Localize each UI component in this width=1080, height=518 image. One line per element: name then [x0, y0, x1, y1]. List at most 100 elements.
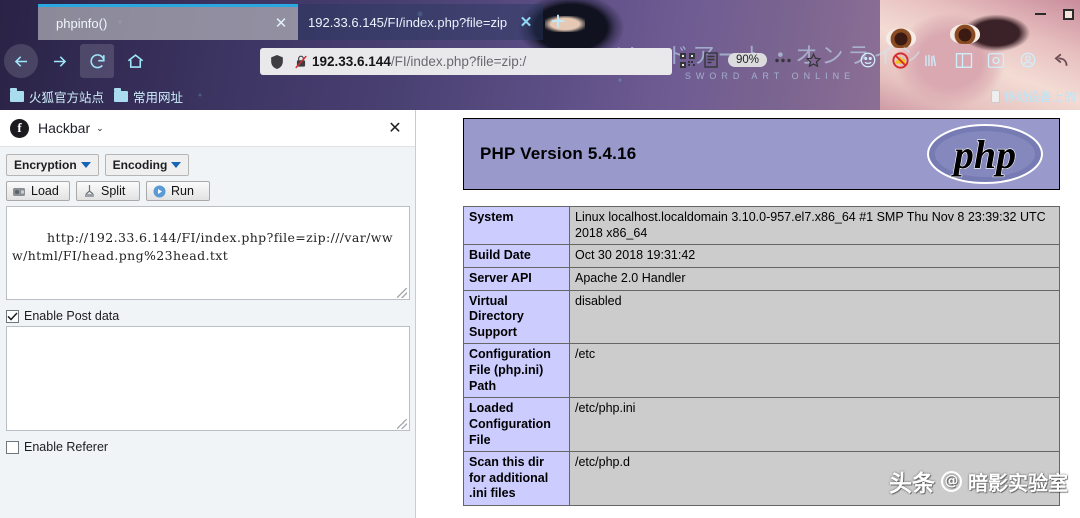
- close-icon[interactable]: ✕: [272, 16, 290, 31]
- bookmark-item[interactable]: 常用网址: [114, 87, 183, 106]
- insecure-lock-icon[interactable]: [290, 54, 312, 70]
- bookmarks-toolbar: 火狐官方站点 常用网址 移动设备上的: [0, 82, 1080, 110]
- page-content: PHP Version 5.4.16 php System Linux loca…: [417, 110, 1080, 518]
- row-key: Scan this dir for additional .ini files: [463, 451, 570, 506]
- chevron-down-icon: [171, 162, 182, 168]
- table-row: Scan this dir for additional .ini files …: [463, 451, 1060, 506]
- row-key: System: [463, 205, 570, 246]
- reload-icon[interactable]: [80, 44, 114, 78]
- window-controls: [1032, 6, 1076, 22]
- row-key: Configuration File (php.ini) Path: [463, 343, 570, 399]
- php-version-banner: PHP Version 5.4.16 php: [463, 118, 1060, 190]
- library-icon[interactable]: [918, 46, 946, 74]
- row-value: /etc: [569, 343, 1060, 399]
- row-key: Server API: [463, 266, 570, 291]
- encryption-dropdown[interactable]: Encryption: [6, 154, 99, 176]
- urlbar-actions: 90%: [676, 46, 827, 74]
- bookmark-label: 常用网址: [133, 89, 184, 105]
- url-path: /FI/index.php?file=zip:/: [390, 54, 527, 69]
- qr-code-icon[interactable]: [676, 52, 698, 68]
- php-logo-icon: php: [925, 123, 1045, 185]
- shield-icon[interactable]: [264, 54, 290, 70]
- enable-post-data-row[interactable]: Enable Post data: [6, 309, 409, 323]
- phpinfo-table: System Linux localhost.localdomain 3.10.…: [463, 205, 1060, 506]
- close-icon[interactable]: ✕: [517, 15, 535, 30]
- load-button[interactable]: Load: [6, 181, 70, 201]
- screenshot-icon[interactable]: [982, 46, 1010, 74]
- url-host: 192.33.6.144: [312, 54, 391, 69]
- table-row: Server API Apache 2.0 Handler: [463, 266, 1060, 291]
- encoding-dropdown[interactable]: Encoding: [104, 154, 190, 176]
- enable-referer-row[interactable]: Enable Referer: [6, 440, 409, 454]
- enable-referer-label: Enable Referer: [24, 440, 109, 454]
- row-value: /etc/php.ini: [569, 397, 1060, 453]
- page-actions-icon[interactable]: [769, 46, 797, 74]
- row-key: Loaded Configuration File: [463, 397, 570, 453]
- split-icon: [82, 184, 96, 198]
- enable-post-data-label: Enable Post data: [24, 309, 120, 323]
- resize-grip-icon[interactable]: [397, 288, 407, 298]
- tab-index-php[interactable]: 192.33.6.145/FI/index.php?file=zip ✕: [298, 4, 543, 40]
- mobile-bookmarks-label: 移动设备上的: [1003, 89, 1076, 104]
- phpinfo-table-body: System Linux localhost.localdomain 3.10.…: [463, 205, 1060, 506]
- undo-arrow-icon[interactable]: [1046, 46, 1074, 74]
- smiley-extension-icon[interactable]: [854, 46, 882, 74]
- reader-mode-icon[interactable]: [700, 52, 722, 68]
- hackbar-dropdown-row: Encryption Encoding: [6, 154, 409, 176]
- row-value: disabled: [569, 289, 1060, 345]
- close-icon[interactable]: ✕: [385, 118, 405, 138]
- enable-post-data-checkbox[interactable]: [6, 309, 19, 323]
- resize-grip-icon[interactable]: [397, 419, 407, 429]
- tab-title: phpinfo(): [56, 16, 108, 31]
- tab-strip: phpinfo() ✕ 192.33.6.145/FI/index.php?fi…: [0, 0, 1080, 40]
- split-label: Split: [101, 184, 126, 198]
- home-icon[interactable]: [118, 44, 152, 78]
- folder-icon: [10, 87, 24, 102]
- bookmark-star-icon[interactable]: [799, 46, 827, 74]
- row-key: Build Date: [463, 244, 570, 268]
- url-text: 192.33.6.144/FI/index.php?file=zip:/: [312, 54, 668, 69]
- php-version-title: PHP Version 5.4.16: [480, 144, 637, 163]
- bookmark-label: 火狐官方站点: [29, 89, 105, 105]
- hackbar-title: Hackbar: [38, 120, 91, 136]
- run-icon: [152, 185, 166, 198]
- post-data-textarea[interactable]: [6, 326, 410, 431]
- split-button[interactable]: Split: [76, 181, 140, 201]
- table-row: Build Date Oct 30 2018 19:31:42: [463, 244, 1060, 268]
- hackbar-panel: f Hackbar ⌄ ✕ Encryption Encoding Load S…: [0, 110, 416, 518]
- hackbar-action-row: Load Split Run: [6, 181, 409, 201]
- table-row: Configuration File (php.ini) Path /etc: [463, 343, 1060, 399]
- forward-icon[interactable]: [42, 44, 76, 78]
- mobile-device-icon: [990, 89, 1000, 103]
- hackbar-header: f Hackbar ⌄ ✕: [0, 110, 415, 147]
- address-bar[interactable]: 192.33.6.144/FI/index.php?file=zip:/: [260, 48, 672, 75]
- tab-phpinfo[interactable]: phpinfo() ✕: [38, 4, 298, 40]
- account-icon[interactable]: [1014, 46, 1042, 74]
- mobile-bookmarks-item[interactable]: 移动设备上的: [990, 88, 1076, 105]
- chevron-down-icon[interactable]: ⌄: [96, 123, 104, 134]
- row-value: Oct 30 2018 19:31:42: [569, 244, 1060, 268]
- folder-icon: [114, 87, 129, 102]
- minimize-button-icon[interactable]: [1032, 6, 1048, 22]
- back-icon[interactable]: [4, 44, 38, 78]
- noscript-blocked-icon[interactable]: [886, 46, 914, 74]
- hackbar-body: Encryption Encoding Load Split Run http:…: [0, 147, 415, 454]
- hackbar-logo-icon: f: [10, 118, 29, 138]
- new-tab-button[interactable]: +: [545, 8, 571, 34]
- run-button[interactable]: Run: [146, 181, 210, 201]
- bookmark-item[interactable]: 火狐官方站点: [10, 87, 104, 106]
- zoom-level-badge[interactable]: 90%: [728, 53, 768, 67]
- url-textarea[interactable]: http://192.33.6.144/FI/index.php?file=zi…: [6, 206, 410, 300]
- table-row: Loaded Configuration File /etc/php.ini: [463, 397, 1060, 453]
- restore-button-icon[interactable]: [1060, 6, 1076, 22]
- sidebar-toggle-icon[interactable]: [950, 46, 978, 74]
- row-key: Virtual Directory Support: [463, 289, 570, 345]
- svg-text:php: php: [951, 132, 1016, 177]
- table-row: Virtual Directory Support disabled: [463, 289, 1060, 345]
- row-value: Apache 2.0 Handler: [569, 266, 1060, 291]
- row-value: Linux localhost.localdomain 3.10.0-957.e…: [569, 205, 1060, 246]
- encoding-label: Encoding: [112, 158, 168, 172]
- encryption-label: Encryption: [14, 158, 77, 172]
- enable-referer-checkbox[interactable]: [6, 440, 19, 454]
- run-label: Run: [171, 184, 194, 198]
